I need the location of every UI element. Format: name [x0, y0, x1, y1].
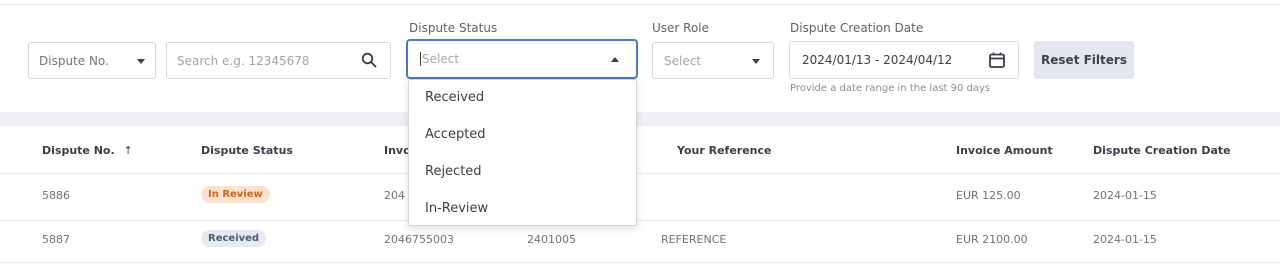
- top-divider: [0, 4, 1280, 5]
- row-2-invoice: 2046755003: [384, 233, 454, 246]
- search-input[interactable]: Search e.g. 12345678: [166, 42, 391, 79]
- dispute-status-select[interactable]: Select: [406, 39, 638, 79]
- user-role-label: User Role: [652, 21, 710, 35]
- status-badge-in-review: In Review: [201, 186, 270, 203]
- status-badge-received: Received: [201, 230, 267, 247]
- header-invoice-amount[interactable]: Invoice Amount: [956, 144, 1053, 157]
- dispute-no-select[interactable]: Dispute No.: [28, 42, 156, 79]
- row-2-col4: 2401005: [527, 233, 576, 246]
- status-option-accepted[interactable]: Accepted: [425, 127, 486, 142]
- header-creation-date[interactable]: Dispute Creation Date: [1093, 144, 1231, 157]
- row-1-dispute-no[interactable]: 5886: [42, 189, 70, 202]
- row-2-date: 2024-01-15: [1093, 233, 1157, 246]
- row-2-dispute-no[interactable]: 5887: [42, 233, 70, 246]
- creation-date-label: Dispute Creation Date: [790, 21, 924, 35]
- table-top-band: [0, 112, 1280, 126]
- row-divider: [0, 220, 1280, 221]
- search-icon[interactable]: [361, 52, 377, 68]
- status-option-rejected[interactable]: Rejected: [425, 164, 482, 179]
- reset-filters-button[interactable]: Reset Filters: [1034, 41, 1134, 79]
- status-option-in-review[interactable]: In-Review: [425, 201, 488, 216]
- header-your-reference[interactable]: Your Reference: [677, 144, 771, 157]
- dispute-status-label: Dispute Status: [409, 21, 498, 35]
- date-range-hint: Provide a date range in the last 90 days: [790, 83, 991, 94]
- chevron-up-icon: [611, 57, 619, 62]
- dispute-status-placeholder: Select: [422, 52, 460, 66]
- user-role-select[interactable]: Select: [652, 42, 774, 79]
- text-cursor: [420, 52, 421, 66]
- header-divider: [0, 173, 1280, 174]
- creation-date-input[interactable]: 2024/01/13 - 2024/04/12: [789, 41, 1019, 79]
- dispute-no-select-label: Dispute No.: [39, 53, 109, 68]
- header-dispute-status[interactable]: Dispute Status: [201, 144, 293, 157]
- row-1-date: 2024-01-15: [1093, 189, 1157, 202]
- row-1-invoice: 204: [384, 189, 405, 202]
- row-2-reference: REFERENCE: [661, 233, 727, 246]
- header-dispute-no[interactable]: Dispute No. ↑: [42, 144, 133, 157]
- sort-ascending-icon[interactable]: ↑: [124, 144, 133, 157]
- row-1-amount: EUR 125.00: [956, 189, 1021, 202]
- user-role-placeholder: Select: [664, 53, 702, 68]
- status-option-received[interactable]: Received: [425, 90, 484, 105]
- calendar-icon[interactable]: [988, 51, 1006, 69]
- search-placeholder: Search e.g. 12345678: [177, 53, 310, 68]
- chevron-down-icon: [137, 59, 145, 64]
- chevron-down-icon: [752, 59, 760, 64]
- row-divider: [0, 262, 1280, 263]
- dispute-status-dropdown: Received Accepted Rejected In-Review: [408, 79, 637, 226]
- creation-date-value: 2024/01/13 - 2024/04/12: [802, 53, 953, 67]
- row-2-amount: EUR 2100.00: [956, 233, 1028, 246]
